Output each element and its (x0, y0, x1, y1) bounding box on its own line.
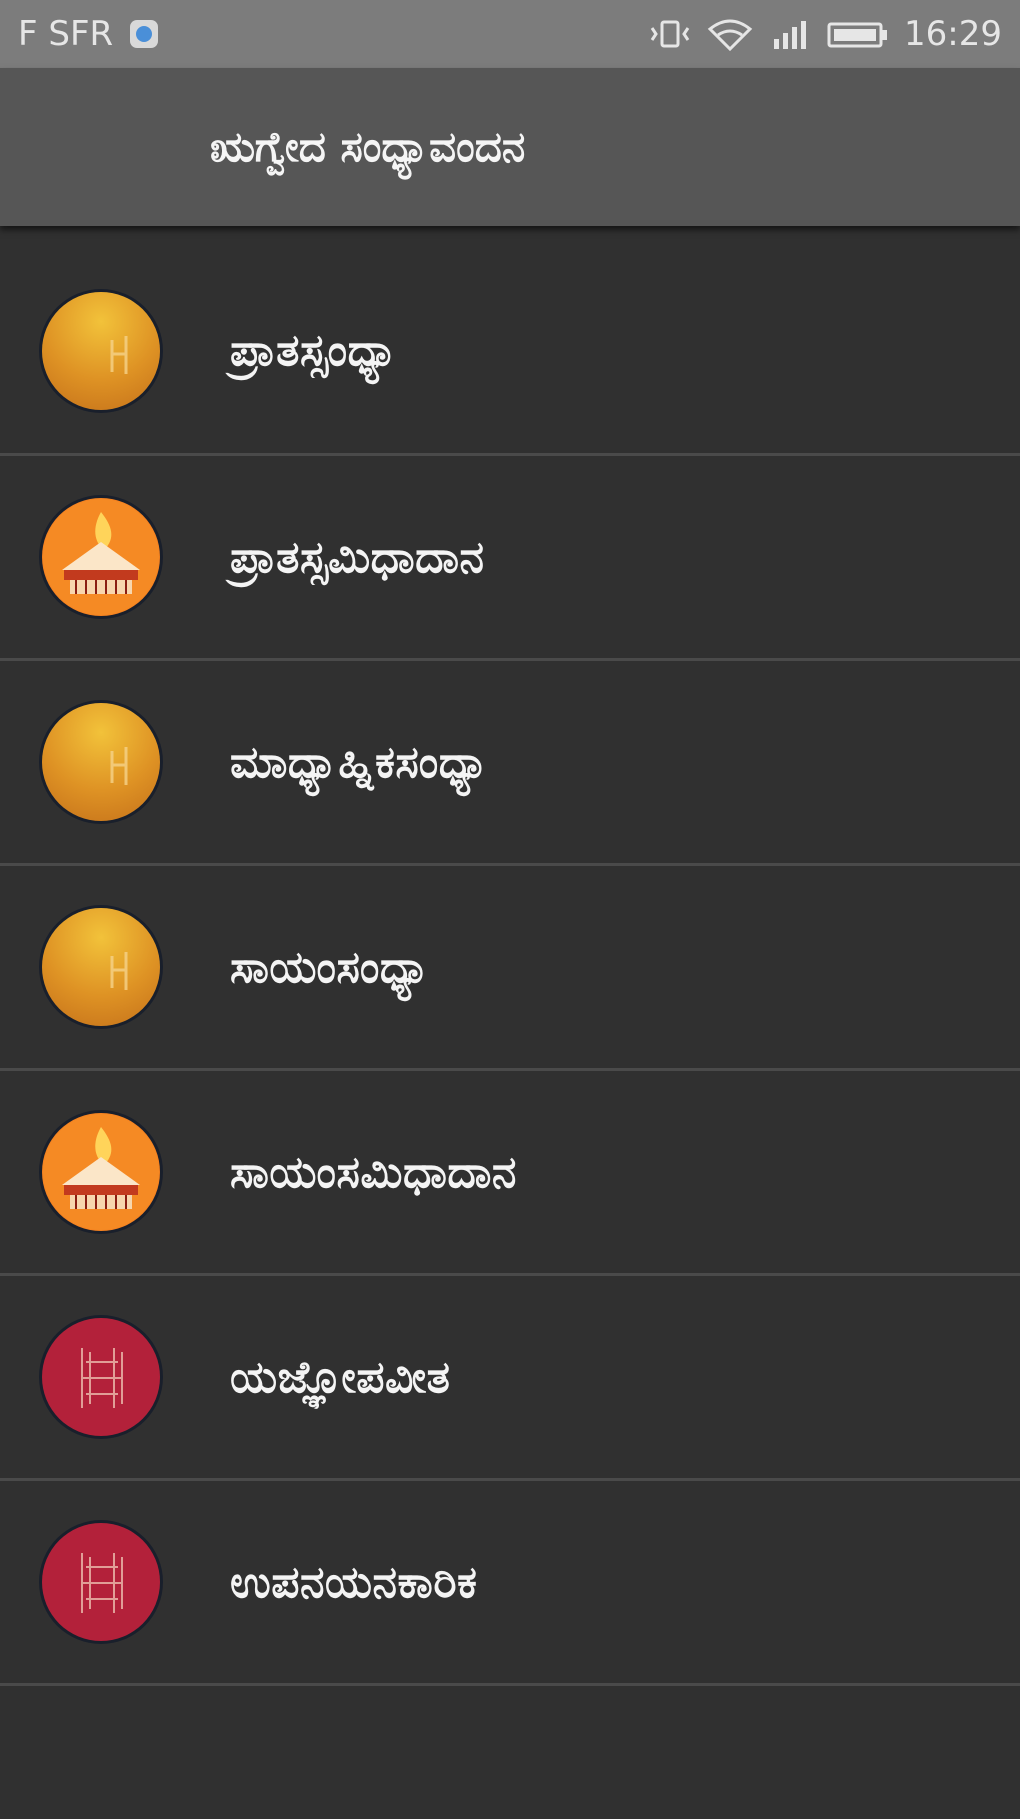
menu-item-sayam-samidhadana[interactable]: ಸಾಯಂಸಮಿಧಾದಾನ (0, 1071, 1020, 1276)
menu-list: ಪ್ರಾತಸ್ಸಂಧ್ಯಾ ಪ್ರಾತಸ್ಸಮಿಧಾದಾನ ಮಾಧ್ಯಾಹ್ನಿ… (0, 226, 1020, 1686)
menu-item-pratah-sandhya[interactable]: ಪ್ರಾತಸ್ಸಂಧ್ಯಾ (0, 226, 1020, 456)
vibrate-icon (648, 17, 692, 51)
app-title: ಋಗ್ವೇದ ಸಂಧ್ಯಾವಂದನ (210, 122, 526, 171)
menu-item-pratah-samidhadana[interactable]: ಪ್ರಾತಸ್ಸಮಿಧಾದಾನ (0, 456, 1020, 661)
menu-item-label: ಉಪನಯನಕಾರಿಕ (230, 1556, 478, 1608)
sacred-thread-icon (42, 1523, 160, 1641)
sacred-thread-icon (42, 1318, 160, 1436)
wifi-icon (706, 17, 754, 51)
status-bar: F SFR 16:29 (0, 0, 1020, 68)
menu-item-label: ಸಾಯಂಸಮಿಧಾದಾನ (230, 1146, 517, 1198)
fire-altar-icon (42, 1113, 160, 1231)
menu-item-label: ಯಜ್ಞೋಪವೀತ (230, 1351, 451, 1403)
sun-icon (42, 908, 160, 1026)
app-bar: ಋಗ್ವೇದ ಸಂಧ್ಯಾವಂದನ (0, 68, 1020, 226)
menu-item-label: ಸಾಯಂಸಂಧ್ಯಾ (230, 941, 431, 993)
carrier-label: F SFR (18, 14, 114, 54)
sun-icon (42, 291, 160, 410)
sun-icon (42, 703, 160, 821)
menu-item-label: ಪ್ರಾತಸ್ಸಂಧ್ಯಾ (230, 325, 399, 376)
status-time: 16:29 (904, 14, 1002, 54)
menu-item-yajnopavita[interactable]: ಯಜ್ಞೋಪವೀತ (0, 1276, 1020, 1481)
menu-item-sayam-sandhya[interactable]: ಸಾಯಂಸಂಧ್ಯಾ (0, 866, 1020, 1071)
menu-item-madhyahnika-sandhya[interactable]: ಮಾಧ್ಯಾಹ್ನಿಕಸಂಧ್ಯಾ (0, 661, 1020, 866)
menu-item-upanayanakarika[interactable]: ಉಪನಯನಕಾರಿಕ (0, 1481, 1020, 1686)
status-right: 16:29 (648, 14, 1002, 54)
fire-altar-icon (42, 498, 160, 616)
battery-icon (826, 17, 890, 51)
carrier-app-icon (127, 17, 161, 51)
menu-item-label: ಪ್ರಾತಸ್ಸಮಿಧಾದಾನ (230, 531, 485, 583)
signal-icon (768, 17, 812, 51)
menu-item-label: ಮಾಧ್ಯಾಹ್ನಿಕಸಂಧ್ಯಾ (230, 736, 490, 788)
status-left: F SFR (18, 14, 161, 54)
